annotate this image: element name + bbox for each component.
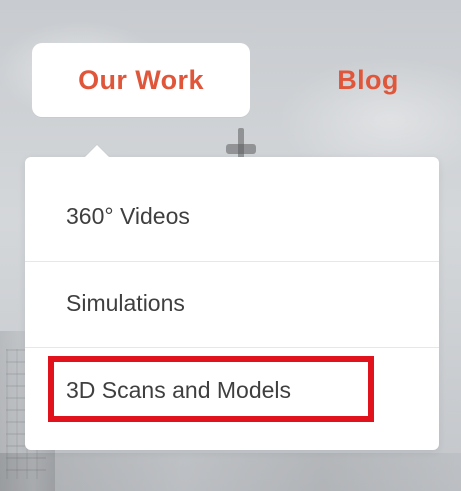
menu-item-360-videos[interactable]: 360° Videos bbox=[25, 173, 439, 259]
menu-item-simulations-label: Simulations bbox=[66, 289, 185, 316]
our-work-dropdown: 360° Videos Simulations 3D Scans and Mod… bbox=[25, 145, 439, 450]
nav-blog-label: Blog bbox=[337, 64, 399, 95]
menu-item-360-videos-label: 360° Videos bbox=[66, 202, 190, 229]
nav-our-work[interactable]: Our Work bbox=[32, 43, 250, 117]
menu-item-3d-scans-and-models[interactable]: 3D Scans and Models bbox=[25, 347, 439, 433]
dropdown-caret bbox=[85, 145, 109, 157]
menu-item-3d-scans-and-models-label: 3D Scans and Models bbox=[66, 376, 292, 403]
background-strip bbox=[0, 453, 461, 491]
top-nav: Our Work Blog bbox=[32, 43, 452, 117]
nav-blog[interactable]: Blog bbox=[298, 43, 438, 117]
menu-item-simulations[interactable]: Simulations bbox=[25, 260, 439, 346]
nav-our-work-label: Our Work bbox=[78, 64, 204, 95]
